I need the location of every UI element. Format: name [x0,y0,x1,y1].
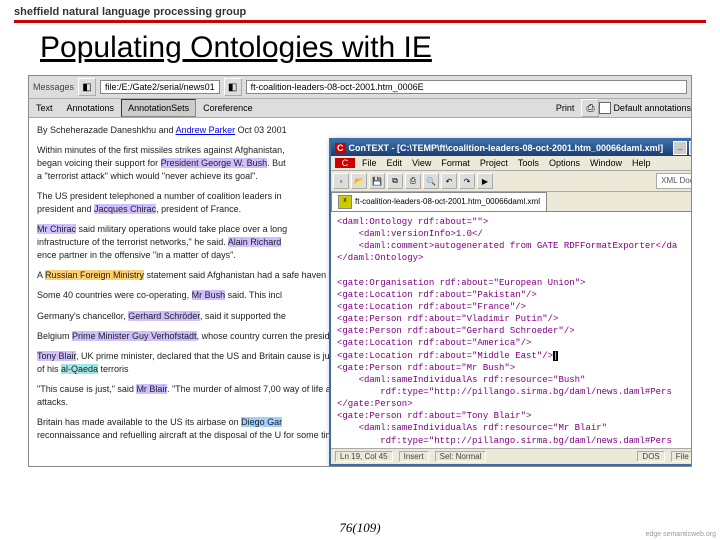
menu-options[interactable]: Options [544,158,585,168]
byline: By Scheherazade Daneshkhu and Andrew Par… [37,124,683,137]
messages-label: Messages [33,82,74,92]
person-hl[interactable]: Mr Bush [192,290,226,300]
status-pos: Ln 19, Col 45 [335,451,393,462]
menu-window[interactable]: Window [585,158,627,168]
loc-hl[interactable]: Diego Gar [241,417,282,427]
person-hl[interactable]: Alain Richard [228,237,282,247]
file-tab[interactable]: xft-coalition-leaders-08-oct-2001.htm_00… [331,192,547,211]
menu-file[interactable]: File [357,158,382,168]
gate-tabs: Text Annotations AnnotationSets Corefere… [29,99,691,118]
status-size: File size: 2 [671,451,692,462]
tab-annotationsets[interactable]: AnnotationSets [121,99,196,117]
doc-icon-2[interactable]: ◧ [224,78,242,96]
window-title: ConTEXT - [C:\TEMP\ft\coalition-leaders-… [349,143,664,153]
undo-icon[interactable]: ↶ [441,173,457,189]
gate-address-bar: Messages ◧ file:/E:/Gate2/serial/news01 … [29,76,691,99]
xml-editor[interactable]: <daml:Ontology rdf:about=""> <daml:versi… [331,212,692,454]
redo-icon[interactable]: ↷ [459,173,475,189]
menu-format[interactable]: Format [436,158,475,168]
menubar: C File Edit View Format Project Tools Op… [331,156,692,171]
doc-icon[interactable]: ◧ [78,78,96,96]
tab-coreference[interactable]: Coreference [196,99,260,117]
corner-logo: edge semanticweb.org [646,531,716,538]
slide-header: sheffield natural language processing gr… [0,0,720,23]
tab-text[interactable]: Text [29,99,60,117]
status-ins: Insert [399,451,429,462]
org-hl[interactable]: Russian Foreign Ministry [45,270,144,280]
window-controls: _ □ × [673,141,692,155]
status-dos: DOS [637,451,664,462]
open-icon[interactable]: 📂 [351,173,367,189]
org-hl[interactable]: al-Qaeda [61,364,98,374]
person-hl[interactable]: Prime Minister Guy Verhofstadt [72,331,197,341]
status-sel: Sel: Normal [435,451,487,462]
print-icon[interactable]: ⎙ [405,173,421,189]
app-icon: C [335,143,346,153]
default-annotations[interactable]: Default annotations [599,99,691,117]
person-hl[interactable]: Jacques Chirac [94,204,156,214]
group-name: sheffield natural language processing gr… [14,6,706,18]
menu-project[interactable]: Project [475,158,513,168]
context-editor-window[interactable]: C ConTEXT - [C:\TEMP\ft\coalition-leader… [329,138,692,466]
person-hl[interactable]: President George W. Bush [161,158,268,168]
xml-file-icon: x [338,195,352,209]
page-number: 76(109) [0,520,720,536]
tab-print[interactable]: Print [549,99,582,117]
menu-tools[interactable]: Tools [513,158,544,168]
run-icon[interactable]: ▶ [477,173,493,189]
xml-toolbar: ▫ 📂 💾 ⧉ ⎙ 🔍 ↶ ↷ ▶ XML Document [331,171,692,192]
titlebar[interactable]: C ConTEXT - [C:\TEMP\ft\coalition-leader… [331,140,692,156]
url-2[interactable]: ft-coalition-leaders-08-oct-2001.htm_000… [246,80,687,94]
menu-view[interactable]: View [407,158,436,168]
url-1[interactable]: file:/E:/Gate2/serial/news01 [100,80,220,94]
author-link[interactable]: Andrew Parker [176,125,236,135]
find-icon[interactable]: 🔍 [423,173,439,189]
person-hl[interactable]: Mr Chirac [37,224,76,234]
gate-window: Messages ◧ file:/E:/Gate2/serial/news01 … [28,75,692,467]
minimize-button[interactable]: _ [673,141,687,155]
slide-title: Populating Ontologies with IE [0,27,720,73]
person-hl[interactable]: Gerhard Schröder [128,311,200,321]
doctype-label[interactable]: XML Document [656,173,692,189]
person-hl[interactable]: Mr Blair [136,384,167,394]
red-divider [14,20,706,23]
person-hl[interactable]: Tony Blair [37,351,76,361]
new-icon[interactable]: ▫ [333,173,349,189]
print-icon[interactable]: ⎙ [581,99,599,117]
save-icon[interactable]: 💾 [369,173,385,189]
file-tabstrip: xft-coalition-leaders-08-oct-2001.htm_00… [331,192,692,212]
menu-help[interactable]: Help [627,158,656,168]
maximize-button[interactable]: □ [689,141,692,155]
status-bar: Ln 19, Col 45 Insert Sel: Normal DOS Fil… [331,448,692,464]
tab-annotations[interactable]: Annotations [60,99,122,117]
saveall-icon[interactable]: ⧉ [387,173,403,189]
menu-edit[interactable]: Edit [382,158,408,168]
app-menu-icon[interactable]: C [335,158,355,168]
checkbox-icon[interactable] [599,102,611,114]
